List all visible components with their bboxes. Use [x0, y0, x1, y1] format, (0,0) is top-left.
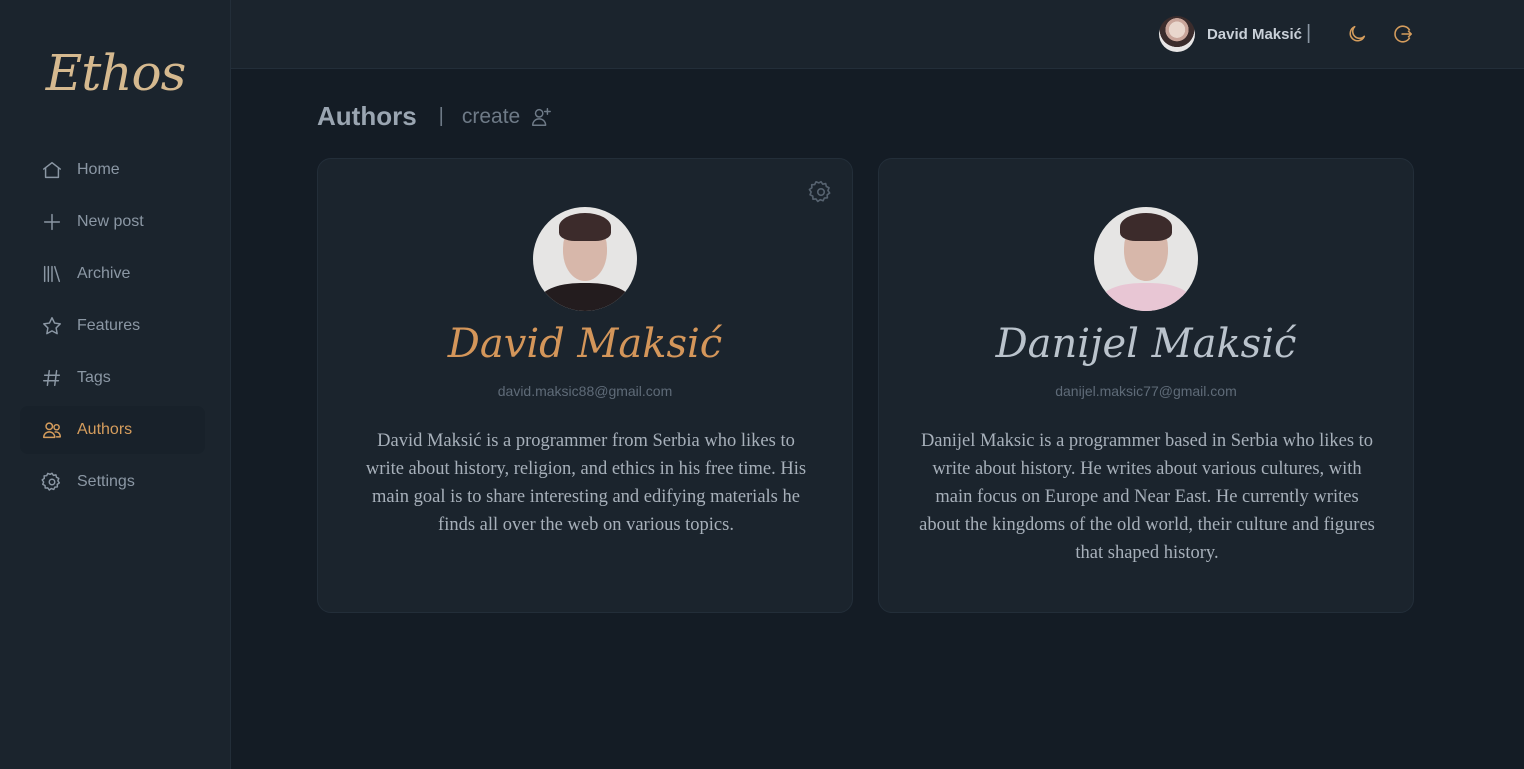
sidebar-item-label: Settings — [77, 473, 135, 490]
page-heading: Authors | create — [317, 101, 552, 132]
sidebar-item-settings[interactable]: Settings — [20, 458, 205, 506]
avatar-body — [539, 283, 631, 311]
topbar: David Maksić | — [231, 0, 1524, 69]
author-email: danijel.maksic77@gmail.com — [1055, 383, 1237, 399]
sidebar-item-label: Archive — [77, 265, 131, 282]
gear-icon[interactable] — [808, 179, 834, 205]
sidebar-item-archive[interactable]: Archive — [20, 250, 205, 298]
sidebar-item-new-post[interactable]: New post — [20, 198, 205, 246]
home-icon — [40, 158, 64, 182]
author-name: David Maksić — [447, 321, 723, 367]
author-email: david.maksic88@gmail.com — [497, 383, 673, 399]
heading-separator: | — [438, 105, 444, 127]
archive-icon — [40, 262, 64, 286]
sidebar-nav: Home New post Archive Features Tags Auth… — [20, 146, 205, 510]
user-name[interactable]: David Maksić — [1207, 26, 1302, 43]
page-title: Authors — [317, 101, 417, 131]
topbar-separator: | — [1306, 22, 1312, 44]
user-menu[interactable]: David Maksić — [1158, 16, 1302, 52]
sidebar-item-authors[interactable]: Authors — [20, 406, 205, 454]
plus-icon — [40, 210, 64, 234]
sidebar-item-label: Home — [77, 161, 120, 178]
gear-icon — [40, 470, 64, 494]
author-bio: David Maksić is a programmer from Serbia… — [365, 431, 807, 535]
hash-icon — [40, 366, 64, 390]
sidebar-item-label: Features — [77, 317, 141, 334]
author-name: Danijel Maksić — [995, 321, 1297, 367]
sidebar-item-features[interactable]: Features — [20, 302, 205, 350]
create-author-button[interactable]: create — [462, 105, 552, 129]
author-avatar — [533, 207, 637, 311]
user-plus-icon — [532, 107, 552, 126]
author-card: Danijel Maksić danijel.maksic77@gmail.co… — [878, 158, 1414, 613]
sidebar-item-home[interactable]: Home — [20, 146, 205, 194]
logout-icon[interactable] — [1391, 22, 1415, 46]
author-bio: Danijel Maksic is a programmer based in … — [919, 431, 1375, 563]
moon-icon[interactable] — [1345, 22, 1369, 46]
avatar-hair — [559, 213, 611, 241]
users-icon — [40, 418, 64, 442]
avatar-hair — [1120, 213, 1172, 241]
create-label: create — [461, 104, 521, 128]
author-card: David Maksić david.maksic88@gmail.com Da… — [317, 158, 853, 613]
app-logo[interactable]: Ethos — [0, 44, 231, 102]
sidebar: Ethos Home New post Archive Features Tag… — [0, 0, 231, 769]
sidebar-item-label: Authors — [77, 421, 133, 438]
sidebar-item-label: Tags — [77, 369, 111, 386]
star-icon — [40, 314, 64, 338]
avatar-body — [1100, 283, 1192, 311]
author-avatar — [1094, 207, 1198, 311]
sidebar-item-label: New post — [77, 213, 144, 230]
sidebar-item-tags[interactable]: Tags — [20, 354, 205, 402]
avatar[interactable] — [1158, 16, 1195, 52]
